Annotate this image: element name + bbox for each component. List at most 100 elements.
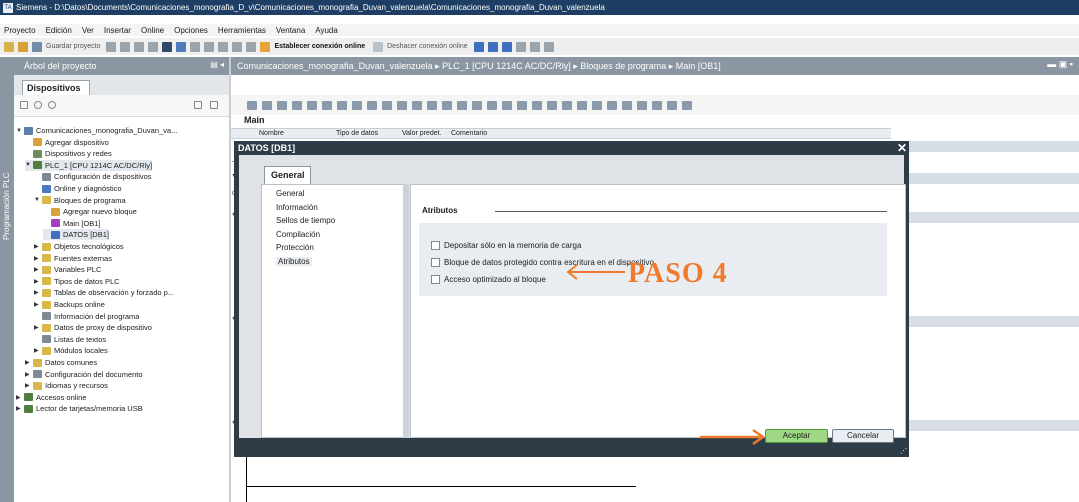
nav-item[interactable]: Atributos	[276, 256, 312, 266]
attribute-option[interactable]: Depositar sólo en la memoria de carga	[431, 241, 581, 250]
resize-grip-icon[interactable]: ⋰	[900, 447, 907, 455]
vertical-tab[interactable]: Programación PLC	[0, 75, 14, 502]
menu-item[interactable]: Opciones	[174, 26, 208, 35]
paste-icon[interactable]	[148, 41, 159, 52]
save-project-button[interactable]: Guardar proyecto	[46, 43, 100, 50]
menu-item[interactable]: Ayuda	[315, 26, 338, 35]
editor-tool-icon[interactable]	[547, 100, 557, 110]
expand-right-icon[interactable]: ▶	[34, 266, 42, 273]
new-project-icon[interactable]	[4, 41, 14, 52]
editor-tool-icon[interactable]	[487, 100, 497, 110]
editor-tool-icon[interactable]	[382, 100, 392, 110]
download-icon[interactable]	[218, 41, 229, 52]
editor-tool-icon[interactable]	[517, 100, 527, 110]
tree-item[interactable]: ▶ Configuración del documento	[25, 369, 143, 380]
expand-right-icon[interactable]: ▶	[34, 255, 42, 262]
expand-right-icon[interactable]: ▶	[34, 347, 42, 354]
tree-item[interactable]: Dispositivos y redes	[25, 148, 112, 159]
back-icon[interactable]	[34, 101, 42, 109]
menu-item[interactable]: Proyecto	[4, 26, 36, 35]
upload-icon[interactable]	[232, 41, 243, 52]
undo-icon[interactable]	[176, 41, 187, 52]
tree-item[interactable]: ▶ Lector de tarjetas/memoria USB	[16, 403, 143, 414]
expand-down-icon[interactable]: ▼	[34, 197, 42, 203]
copy-icon[interactable]	[134, 41, 145, 52]
go-offline-button[interactable]: Deshacer conexión online	[387, 43, 468, 50]
editor-tool-icon[interactable]	[292, 100, 302, 110]
cross-reference-icon[interactable]	[515, 41, 526, 52]
redo-icon[interactable]	[190, 41, 201, 52]
tree-item[interactable]: Online y diagnóstico	[34, 183, 122, 194]
expand-down-icon[interactable]: ▼	[25, 162, 33, 168]
checkbox[interactable]	[431, 258, 440, 267]
tree-item[interactable]: ▶ Backups online	[34, 299, 105, 310]
view-details-icon[interactable]	[210, 101, 218, 109]
compile-icon[interactable]	[204, 41, 215, 52]
panel-splitter[interactable]	[229, 57, 231, 502]
tree-item[interactable]: ▶ Idiomas y recursos	[25, 380, 108, 391]
nav-item[interactable]: Información	[276, 203, 318, 212]
editor-tool-icon[interactable]	[667, 100, 677, 110]
print-icon[interactable]	[106, 41, 117, 52]
menu-item[interactable]: Herramientas	[218, 26, 266, 35]
editor-tool-icon[interactable]	[622, 100, 632, 110]
editor-tool-icon[interactable]	[502, 100, 512, 110]
start-cpu-icon[interactable]	[487, 41, 498, 52]
editor-tool-icon[interactable]	[322, 100, 332, 110]
attribute-option[interactable]: Acceso optimizado al bloque	[431, 275, 546, 284]
editor-tool-icon[interactable]	[442, 100, 452, 110]
nav-item[interactable]: Compilación	[276, 230, 320, 239]
cancel-button[interactable]: Cancelar	[832, 429, 894, 443]
expand-right-icon[interactable]: ▶	[34, 289, 42, 296]
expand-right-icon[interactable]: ▶	[25, 382, 33, 389]
tree-item[interactable]: ▼ PLC_1 [CPU 1214C AC/DC/Rly]	[25, 159, 153, 171]
cut-icon[interactable]	[120, 41, 131, 52]
nav-splitter[interactable]	[403, 184, 409, 438]
nav-item[interactable]: Sellos de tiempo	[276, 216, 335, 225]
collapse-panel-icon[interactable]: ▤ ◂	[210, 60, 224, 69]
delete-icon[interactable]	[162, 41, 173, 52]
go-online-button[interactable]: Establecer conexión online	[274, 43, 365, 50]
menu-item[interactable]: Online	[141, 26, 164, 35]
forward-icon[interactable]	[48, 101, 56, 109]
window-controls-icon[interactable]: ▬ ▣ ▪	[1047, 59, 1073, 70]
tab-devices[interactable]: Dispositivos	[22, 80, 90, 95]
tab-general[interactable]: General	[264, 166, 311, 184]
editor-tool-icon[interactable]	[427, 100, 437, 110]
menu-item[interactable]: Insertar	[104, 26, 131, 35]
tree-item[interactable]: Agregar dispositivo	[25, 137, 109, 148]
editor-tool-icon[interactable]	[652, 100, 662, 110]
expand-right-icon[interactable]: ▶	[34, 243, 42, 250]
editor-tool-icon[interactable]	[607, 100, 617, 110]
menu-item[interactable]: Edición	[46, 26, 72, 35]
expand-right-icon[interactable]: ▶	[25, 359, 33, 366]
expand-right-icon[interactable]: ▶	[25, 371, 33, 378]
nav-item[interactable]: General	[276, 189, 304, 198]
ok-button[interactable]: Aceptar	[765, 429, 828, 443]
menu-item[interactable]: Ver	[82, 26, 94, 35]
tree-item[interactable]: Información del programa	[34, 311, 139, 322]
open-project-icon[interactable]	[18, 41, 28, 52]
expand-right-icon[interactable]: ▶	[34, 278, 42, 285]
tree-item[interactable]: ▶ Módulos locales	[34, 345, 108, 356]
split-horizontal-icon[interactable]	[529, 41, 540, 52]
editor-tool-icon[interactable]	[397, 100, 407, 110]
editor-tool-icon[interactable]	[262, 100, 272, 110]
menu-item[interactable]: Ventana	[276, 26, 305, 35]
editor-tool-icon[interactable]	[367, 100, 377, 110]
editor-tool-icon[interactable]	[577, 100, 587, 110]
editor-tool-icon[interactable]	[277, 100, 287, 110]
editor-tool-icon[interactable]	[562, 100, 572, 110]
stop-cpu-icon[interactable]	[501, 41, 512, 52]
tree-item[interactable]: ▶ Objetos tecnológicos	[34, 241, 124, 252]
new-folder-icon[interactable]	[20, 101, 28, 109]
tree-item[interactable]: ▶ Tablas de observación y forzado p...	[34, 287, 174, 298]
expand-right-icon[interactable]: ▶	[16, 405, 24, 412]
tree-item[interactable]: ▶ Datos comunes	[25, 357, 97, 368]
tree-item[interactable]: DATOS [DB1]	[43, 229, 109, 241]
editor-tool-icon[interactable]	[457, 100, 467, 110]
save-icon[interactable]	[32, 41, 42, 52]
tree-item[interactable]: ▶ Fuentes externas	[34, 253, 112, 264]
tree-item[interactable]: ▶ Variables PLC	[34, 264, 101, 275]
go-online-icon[interactable]	[260, 41, 271, 52]
